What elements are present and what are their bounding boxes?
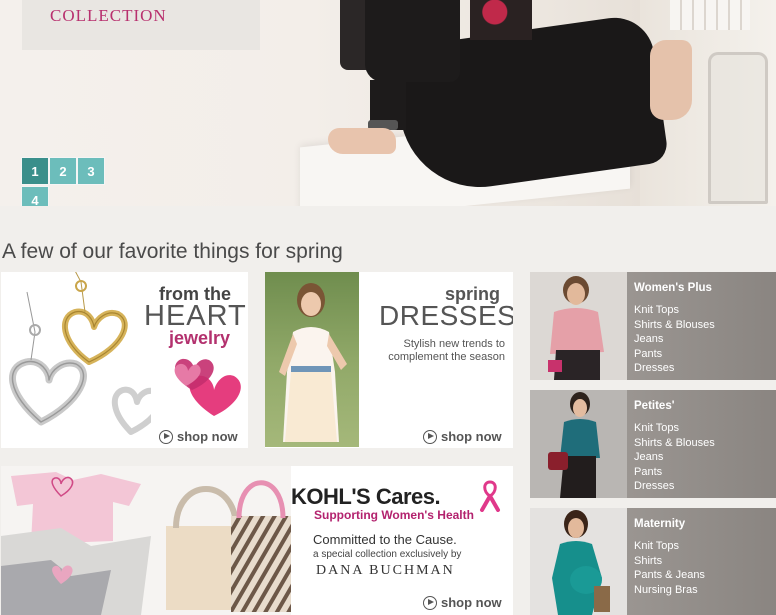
pink-ribbon-icon [480,480,500,512]
play-circle-icon [159,429,173,444]
category-links: Knit Tops Shirts Pants & Jeans Nursing B… [634,539,705,597]
heart-promo-line3: jewelry [169,328,231,348]
womens-plus-model-image [530,272,627,380]
kohls-cares-products-image [1,466,291,615]
spring-dress-photo [265,272,359,447]
category-link[interactable]: Pants [634,465,715,480]
page: COLLECTION 1 2 3 4 A few of our favorite… [0,0,776,615]
category-title[interactable]: Petites' [634,400,674,412]
play-circle-icon [423,429,437,444]
category-links: Knit Tops Shirts & Blouses Jeans Pants D… [634,303,715,376]
heart-shop-now-link[interactable]: shop now [159,429,238,444]
kohls-cares-subtitle: Supporting Women's Health [314,508,474,522]
hero-books [670,0,750,30]
play-circle-icon [423,595,437,610]
category-panel-petites: Petites' Knit Tops Shirts & Blouses Jean… [530,390,776,498]
pink-hearts-graphic [174,358,241,416]
kohls-cares-special: a special collection exclusively by [313,549,462,560]
hero-banner[interactable]: COLLECTION 1 2 3 4 [0,0,776,206]
hero-model-hand [328,128,396,154]
category-link[interactable]: Knit Tops [634,539,705,554]
category-link[interactable]: Shirts & Blouses [634,318,715,333]
dresses-shop-now-link[interactable]: shop now [423,429,502,444]
collection-label: COLLECTION [50,6,167,25]
pager-button-1[interactable]: 1 [21,157,49,185]
dresses-promo-line3: Stylish new trends to complement the sea… [388,338,505,363]
category-title[interactable]: Women's Plus [634,282,712,294]
category-panel-womens-plus: Women's Plus Knit Tops Shirts & Blouses … [530,272,776,380]
section-title: A few of our favorite things for spring [2,240,343,263]
category-link[interactable]: Knit Tops [634,421,715,436]
category-link[interactable]: Pants & Jeans [634,568,705,583]
category-link[interactable]: Jeans [634,450,715,465]
heart-shop-now-label: shop now [177,429,238,444]
kohls-cares-promo[interactable]: KOHL'S Cares. Supporting Women's Health … [1,466,513,615]
category-panel-maternity: Maternity Knit Tops Shirts Pants & Jeans… [530,508,776,615]
category-link[interactable]: Nursing Bras [634,583,705,598]
kohls-cares-shop-now-label: shop now [441,595,502,610]
category-links: Knit Tops Shirts & Blouses Jeans Pants D… [634,421,715,494]
category-link[interactable]: Shirts [634,554,705,569]
pager-button-2[interactable]: 2 [49,157,77,185]
maternity-model-image [530,508,627,615]
category-link[interactable]: Shirts & Blouses [634,436,715,451]
kohls-cares-committed: Committed to the Cause. [313,532,457,547]
hero-chair [708,52,768,204]
hero-model-hand-knee [650,40,692,120]
kohls-cares-logo: KOHL'S Cares. [291,484,441,509]
category-link[interactable]: Dresses [634,479,715,494]
category-link[interactable]: Knit Tops [634,303,715,318]
petites-model-image [530,390,627,498]
spring-dresses-promo[interactable]: spring DRESSES Stylish new trends to com… [265,272,513,448]
hero-model-torso [365,0,460,82]
category-link[interactable]: Jeans [634,332,715,347]
category-link[interactable]: Pants [634,347,715,362]
heart-necklaces-image [9,272,151,435]
heart-jewelry-promo[interactable]: from the HEART jewelry shop now [1,272,248,448]
hero-scarf [470,0,532,40]
dresses-promo-line2: DRESSES [379,300,513,331]
pager-button-3[interactable]: 3 [77,157,105,185]
dress-model-image [279,283,347,442]
category-link[interactable]: Dresses [634,361,715,376]
category-title[interactable]: Maternity [634,518,685,530]
dana-buchman-brand: DANA BUCHMAN [316,563,455,578]
kohls-cares-shop-now-link[interactable]: shop now [423,595,502,610]
pager-button-4[interactable]: 4 [21,186,49,206]
dresses-shop-now-label: shop now [441,429,502,444]
